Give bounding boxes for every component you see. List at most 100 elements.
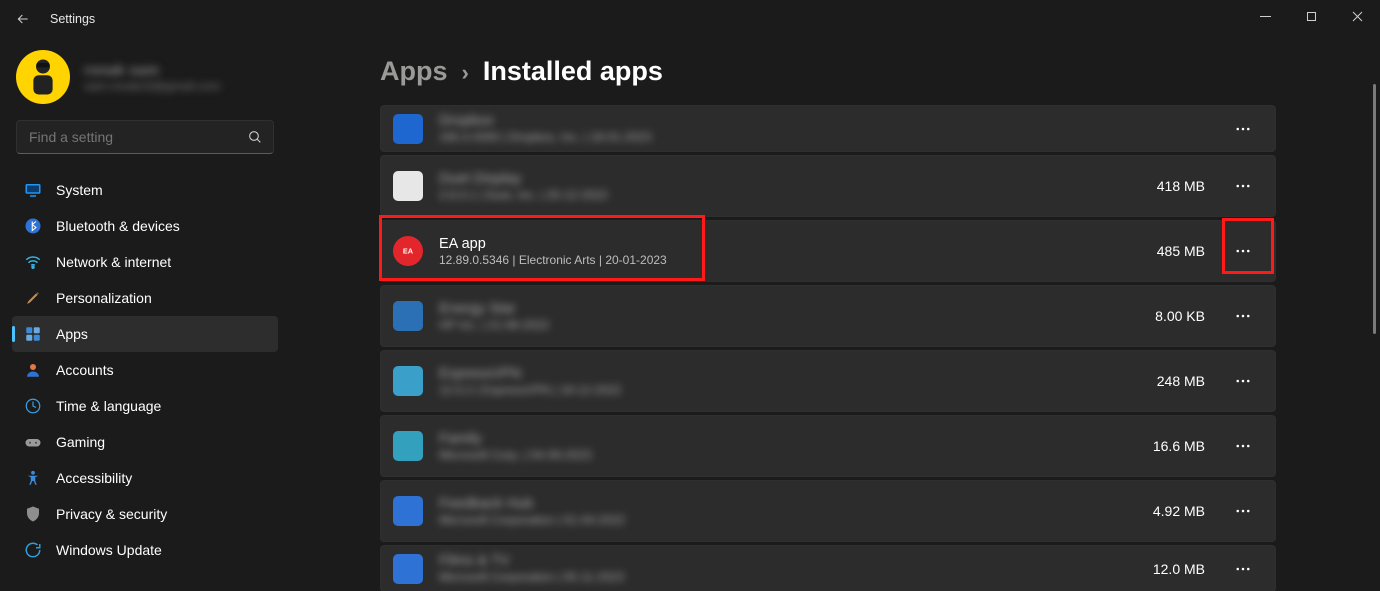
- app-meta: 2.6.0.1 | Duet, Inc. | 25-12-2022: [439, 188, 1141, 202]
- more-options-button[interactable]: [1229, 237, 1257, 265]
- app-list: Dropbox165.4.4300 | Dropbox, Inc. | 18-0…: [380, 105, 1276, 591]
- app-meta: Microsoft Corporation | 05-11-2023: [439, 570, 1137, 584]
- app-info: Duet Display2.6.0.1 | Duet, Inc. | 25-12…: [439, 171, 1141, 202]
- sidebar-item-bluetooth[interactable]: Bluetooth & devices: [12, 208, 278, 244]
- app-meta: 12.0.2 | ExpressVPN | 19-12-2022: [439, 383, 1141, 397]
- more-options-button[interactable]: [1229, 432, 1257, 460]
- more-options-button[interactable]: [1229, 115, 1257, 143]
- app-row[interactable]: FamilyMicrosoft Corp. | 04-09-2023 16.6 M…: [380, 415, 1276, 477]
- more-options-button[interactable]: [1229, 497, 1257, 525]
- app-row[interactable]: EA EA app12.89.0.5346 | Electronic Arts |…: [380, 220, 1276, 282]
- app-name: Feedback Hub: [439, 496, 1137, 512]
- chevron-right-icon: ›: [462, 60, 469, 86]
- app-icon: [393, 114, 423, 144]
- sidebar-item-label: Windows Update: [56, 542, 162, 558]
- app-row[interactable]: ExpressVPN12.0.2 | ExpressVPN | 19-12-20…: [380, 350, 1276, 412]
- nav: System Bluetooth & devices Network & int…: [12, 172, 278, 568]
- app-icon: [393, 366, 423, 396]
- app-name: Duet Display: [439, 171, 1141, 187]
- app-info: Feedback HubMicrosoft Corporation | 01-0…: [439, 496, 1137, 527]
- app-info: ExpressVPN12.0.2 | ExpressVPN | 19-12-20…: [439, 366, 1141, 397]
- sidebar-item-windows-update[interactable]: Windows Update: [12, 532, 278, 568]
- sidebar-item-label: Bluetooth & devices: [56, 218, 180, 234]
- app-name: EA app: [439, 236, 1141, 252]
- app-name: Films & TV: [439, 553, 1137, 569]
- sidebar-item-label: Accounts: [56, 362, 114, 378]
- app-size: 485 MB: [1157, 243, 1205, 259]
- back-button[interactable]: [6, 2, 40, 36]
- sidebar-item-label: Privacy & security: [56, 506, 167, 522]
- app-meta: 12.89.0.5346 | Electronic Arts | 20-01-2…: [439, 253, 1141, 267]
- app-size: 418 MB: [1157, 178, 1205, 194]
- sidebar-item-label: System: [56, 182, 103, 198]
- person-icon: [24, 361, 42, 379]
- search-box[interactable]: [16, 120, 274, 154]
- app-icon: EA: [393, 236, 423, 266]
- breadcrumb: Apps › Installed apps: [380, 38, 1380, 105]
- app-size: 16.6 MB: [1153, 438, 1205, 454]
- sidebar-item-time-language[interactable]: Time & language: [12, 388, 278, 424]
- gamepad-icon: [24, 433, 42, 451]
- app-info: FamilyMicrosoft Corp. | 04-09-2023: [439, 431, 1137, 462]
- app-row[interactable]: Dropbox165.4.4300 | Dropbox, Inc. | 18-0…: [380, 105, 1276, 152]
- profile-name: ronak sam: [84, 62, 220, 79]
- breadcrumb-parent[interactable]: Apps: [380, 56, 448, 87]
- scrollbar[interactable]: [1373, 84, 1376, 334]
- app-icon: [393, 431, 423, 461]
- sidebar-item-label: Personalization: [56, 290, 152, 306]
- app-row[interactable]: Films & TVMicrosoft Corporation | 05-11-…: [380, 545, 1276, 591]
- sidebar-item-label: Time & language: [56, 398, 161, 414]
- maximize-button[interactable]: [1288, 0, 1334, 32]
- app-row[interactable]: Energy StarHP Inc. | 21-08-2022 8.00 KB: [380, 285, 1276, 347]
- app-name: ExpressVPN: [439, 366, 1141, 382]
- sidebar-item-apps[interactable]: Apps: [12, 316, 278, 352]
- app-name: Dropbox: [439, 113, 1189, 129]
- app-name: Family: [439, 431, 1137, 447]
- sidebar-item-accessibility[interactable]: Accessibility: [12, 460, 278, 496]
- clock-globe-icon: [24, 397, 42, 415]
- app-info: Dropbox165.4.4300 | Dropbox, Inc. | 18-0…: [439, 113, 1189, 144]
- more-options-button[interactable]: [1229, 172, 1257, 200]
- app-row[interactable]: Duet Display2.6.0.1 | Duet, Inc. | 25-12…: [380, 155, 1276, 217]
- sidebar-item-privacy[interactable]: Privacy & security: [12, 496, 278, 532]
- window-title: Settings: [50, 12, 95, 26]
- sidebar-item-label: Gaming: [56, 434, 105, 450]
- search-input[interactable]: [29, 129, 237, 145]
- close-button[interactable]: [1334, 0, 1380, 32]
- app-info: EA app12.89.0.5346 | Electronic Arts | 2…: [439, 236, 1141, 267]
- app-meta: Microsoft Corporation | 01-04-2022: [439, 513, 1137, 527]
- shield-icon: [24, 505, 42, 523]
- apps-icon: [24, 325, 42, 343]
- minimize-button[interactable]: [1242, 0, 1288, 32]
- app-name: Energy Star: [439, 301, 1139, 317]
- app-icon: [393, 496, 423, 526]
- app-icon: [393, 554, 423, 584]
- sidebar-item-network[interactable]: Network & internet: [12, 244, 278, 280]
- app-size: 248 MB: [1157, 373, 1205, 389]
- bluetooth-icon: [24, 217, 42, 235]
- app-icon: [393, 171, 423, 201]
- sidebar-item-gaming[interactable]: Gaming: [12, 424, 278, 460]
- update-icon: [24, 541, 42, 559]
- app-meta: HP Inc. | 21-08-2022: [439, 318, 1139, 332]
- sidebar-item-personalization[interactable]: Personalization: [12, 280, 278, 316]
- avatar: [16, 50, 70, 104]
- breadcrumb-current: Installed apps: [483, 56, 663, 87]
- more-options-button[interactable]: [1229, 302, 1257, 330]
- app-row[interactable]: Feedback HubMicrosoft Corporation | 01-0…: [380, 480, 1276, 542]
- app-meta: Microsoft Corp. | 04-09-2023: [439, 448, 1137, 462]
- sidebar-item-system[interactable]: System: [12, 172, 278, 208]
- app-info: Films & TVMicrosoft Corporation | 05-11-…: [439, 553, 1137, 584]
- app-size: 4.92 MB: [1153, 503, 1205, 519]
- app-size: 8.00 KB: [1155, 308, 1205, 324]
- profile-block[interactable]: ronak sam sam.ronak16@gmail.com: [12, 42, 278, 120]
- more-options-button[interactable]: [1229, 367, 1257, 395]
- wifi-icon: [24, 253, 42, 271]
- sidebar-item-accounts[interactable]: Accounts: [12, 352, 278, 388]
- more-options-button[interactable]: [1229, 555, 1257, 583]
- sidebar-item-label: Accessibility: [56, 470, 132, 486]
- sidebar: ronak sam sam.ronak16@gmail.com System B…: [0, 38, 290, 591]
- app-size: 12.0 MB: [1153, 561, 1205, 577]
- system-icon: [24, 181, 42, 199]
- sidebar-item-label: Network & internet: [56, 254, 171, 270]
